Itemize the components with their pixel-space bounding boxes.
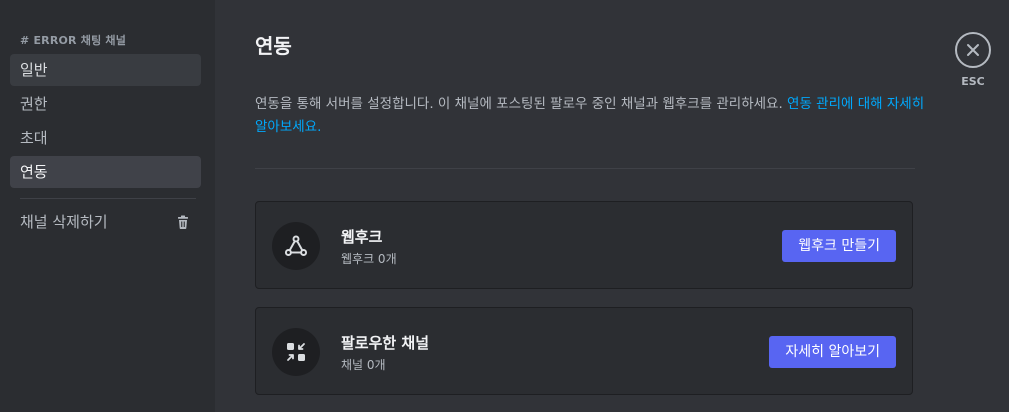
- integrations-description: 연동을 통해 서버를 설정합니다. 이 채널에 포스팅된 팔로우 중인 채널과 …: [255, 93, 925, 139]
- settings-content: 연동 연동을 통해 서버를 설정합니다. 이 채널에 포스팅된 팔로우 중인 채…: [215, 0, 1009, 412]
- esc-label: ESC: [961, 75, 985, 88]
- delete-channel-label: 채널 삭제하기: [20, 213, 108, 231]
- close-button[interactable]: [955, 32, 991, 68]
- card-subtitle: 채널 0개: [341, 358, 386, 372]
- sidebar-item-label: 초대: [20, 129, 48, 147]
- learn-more-button[interactable]: 자세히 알아보기: [769, 336, 896, 368]
- sidebar-item-label: 연동: [20, 163, 48, 181]
- sidebar-item-label: 일반: [20, 61, 48, 79]
- sidebar-item-permissions[interactable]: 권한: [10, 88, 201, 120]
- hash-icon: #: [20, 34, 30, 47]
- section-divider: [255, 168, 915, 169]
- create-webhook-button[interactable]: 웹후크 만들기: [782, 230, 896, 262]
- webhooks-card[interactable]: 웹후크 웹후크 0개 웹후크 만들기: [255, 201, 913, 289]
- webhook-icon-container: [272, 222, 320, 270]
- followed-channels-card[interactable]: 팔로우한 채널 채널 0개 자세히 알아보기: [255, 307, 913, 395]
- settings-sidebar: # ERROR 채팅 채널 일반 권한 초대 연동 채널 삭제하기: [0, 0, 215, 412]
- sidebar-item-label: 권한: [20, 95, 48, 113]
- card-subtitle: 웹후크 0개: [341, 252, 397, 266]
- sidebar-item-invites[interactable]: 초대: [10, 122, 201, 154]
- sidebar-item-integrations[interactable]: 연동: [10, 156, 201, 188]
- sidebar-item-general[interactable]: 일반: [10, 54, 201, 86]
- close-icon: [967, 44, 979, 56]
- close-settings[interactable]: ESC: [955, 32, 991, 88]
- webhook-icon: [284, 235, 308, 256]
- channel-name: ERROR: [33, 34, 77, 47]
- trash-icon: [178, 215, 188, 230]
- follow-icon-container: [272, 328, 320, 376]
- delete-channel-button[interactable]: 채널 삭제하기: [10, 206, 201, 238]
- sidebar-header: # ERROR 채팅 채널: [20, 32, 126, 48]
- follow-channel-icon: [287, 343, 305, 361]
- card-title: 팔로우한 채널: [341, 334, 430, 352]
- sidebar-divider: [20, 198, 196, 199]
- channel-type-label: 채팅 채널: [80, 34, 127, 47]
- description-text: 연동을 통해 서버를 설정합니다. 이 채널에 포스팅된 팔로우 중인 채널과 …: [255, 96, 783, 112]
- card-title: 웹후크: [341, 228, 383, 246]
- page-title: 연동: [255, 34, 292, 58]
